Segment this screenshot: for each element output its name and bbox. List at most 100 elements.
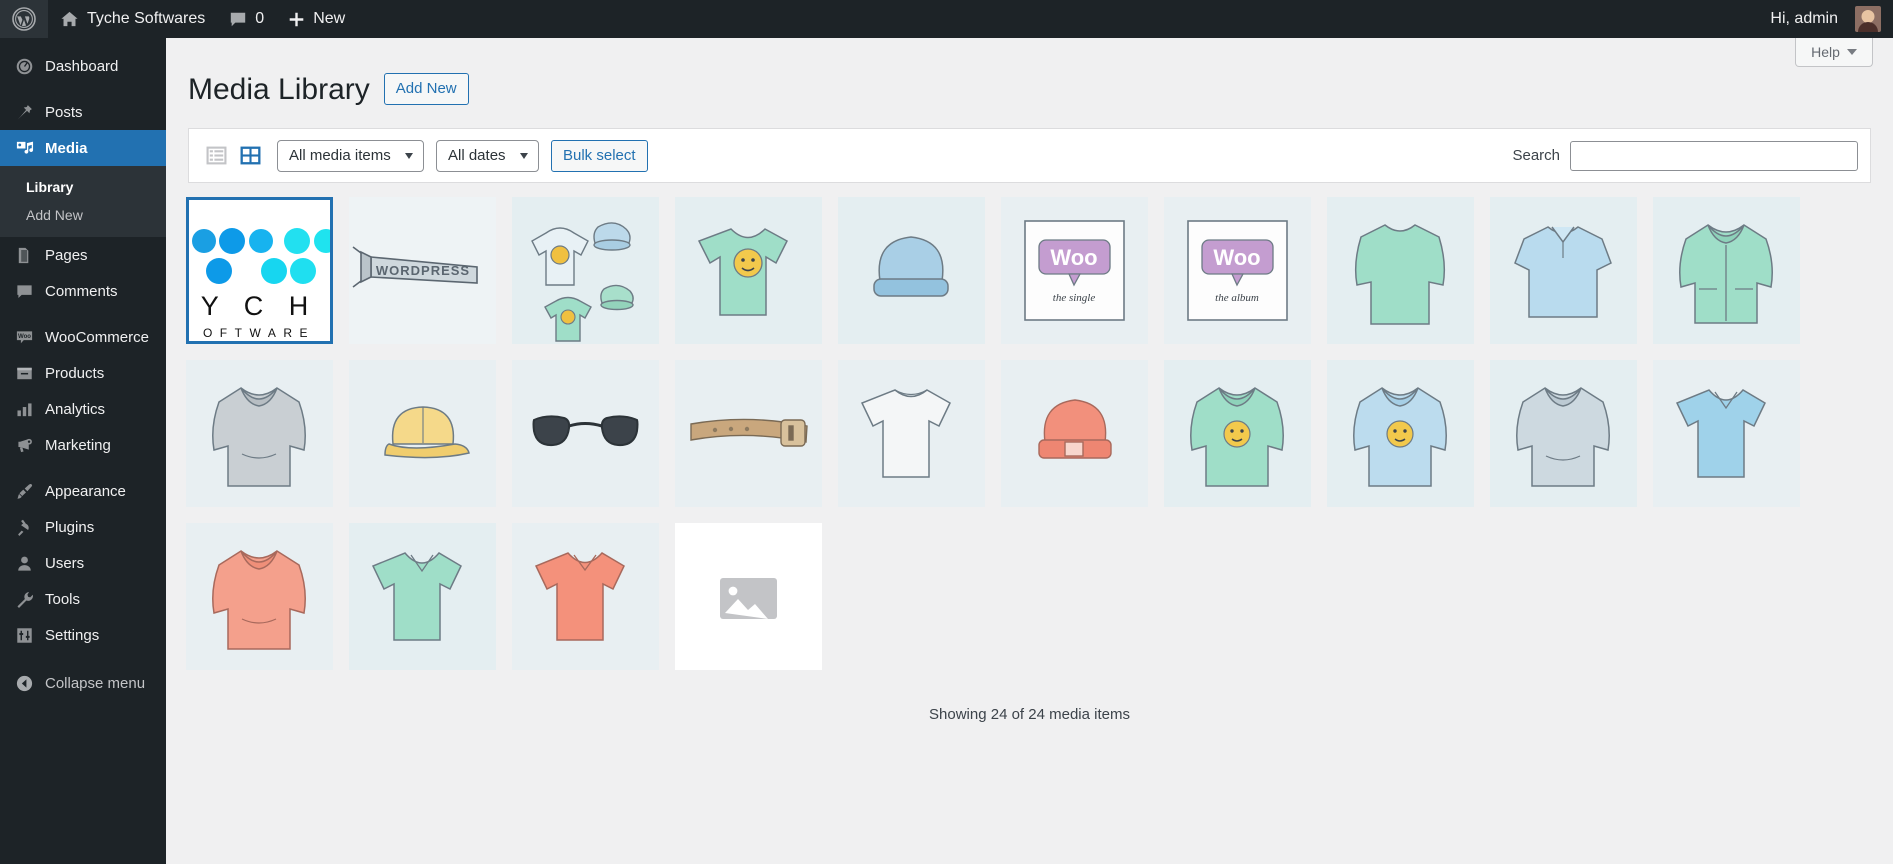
sidebar-item-posts[interactable]: Posts	[0, 94, 166, 130]
media-thumbnail	[838, 360, 985, 507]
media-item-white-tshirt[interactable]	[838, 360, 985, 507]
wp-logo-menu[interactable]	[0, 0, 48, 38]
media-item-green-hoodie-with-logo[interactable]	[1164, 360, 1311, 507]
media-thumbnail	[675, 523, 822, 670]
page-header: Media Library Add New	[166, 66, 1893, 112]
comments-count: 0	[255, 10, 265, 27]
sidebar-label: Comments	[45, 282, 118, 300]
media-item-blue-beanie-with-logo[interactable]	[838, 197, 985, 344]
help-button[interactable]: Help	[1795, 38, 1873, 67]
media-thumbnail	[1164, 360, 1311, 507]
sidebar-item-marketing[interactable]: Marketing	[0, 427, 166, 463]
dates-select[interactable]: All dates	[436, 139, 539, 172]
sidebar-item-users[interactable]: Users	[0, 545, 166, 581]
admin-sidebar-menu: Dashboard Posts Media Library Add New Pa…	[0, 38, 174, 864]
media-item-gray-hoodie[interactable]	[186, 360, 333, 507]
sidebar-item-products[interactable]: Products	[0, 355, 166, 391]
media-item-tyche-softwares-logo[interactable]: Y C H OFTWARE	[186, 197, 333, 344]
media-item-hoodie-and-beanies-group[interactable]	[512, 197, 659, 344]
media-thumbnail	[349, 360, 496, 507]
media-count-footer: Showing 24 of 24 media items	[929, 706, 1130, 723]
media-thumbnail	[675, 197, 822, 344]
sidebar-item-woocommerce[interactable]: Woo WooCommerce	[0, 319, 166, 355]
bulk-select-button[interactable]: Bulk select	[551, 139, 648, 172]
svg-text:Woo: Woo	[1050, 245, 1097, 270]
help-label: Help	[1811, 44, 1840, 60]
page-title: Media Library	[188, 72, 370, 106]
svg-text:Woo: Woo	[1213, 245, 1260, 270]
media-item-blue-gray-hoodie[interactable]	[1490, 360, 1637, 507]
media-thumbnail	[512, 360, 659, 507]
media-item-green-zip-hoodie[interactable]	[1653, 197, 1800, 344]
sidebar-label: Marketing	[45, 436, 111, 454]
media-item-blue-polo-shirt[interactable]	[1490, 197, 1637, 344]
pages-icon	[13, 245, 35, 265]
site-name-menu[interactable]: Tyche Softwares	[48, 0, 217, 38]
grid-view-icon[interactable]	[237, 143, 263, 169]
media-thumbnail	[186, 523, 333, 670]
media-thumbnail: Y C H OFTWARE	[186, 197, 333, 344]
new-content-menu[interactable]: New	[276, 0, 357, 38]
sidebar-item-media[interactable]: Media	[0, 130, 174, 166]
view-switch	[203, 143, 263, 169]
sidebar-label: Posts	[45, 103, 83, 121]
media-item-woo-album-cover-album[interactable]: Woo the album	[1164, 197, 1311, 344]
media-item-blue-vneck-tshirt[interactable]	[1653, 360, 1800, 507]
submenu-item-add-new[interactable]: Add New	[0, 201, 166, 229]
user-icon	[13, 553, 35, 573]
svg-text:the single: the single	[1053, 292, 1096, 304]
media-item-green-vneck-tshirt[interactable]	[349, 523, 496, 670]
media-item-placeholder-image[interactable]	[675, 523, 822, 670]
media-item-black-sunglasses[interactable]	[512, 360, 659, 507]
media-item-green-vneck-tshirt-with-logo[interactable]	[675, 197, 822, 344]
plus-icon	[288, 11, 305, 28]
sidebar-item-dashboard[interactable]: Dashboard	[0, 48, 166, 84]
sidebar-item-appearance[interactable]: Appearance	[0, 473, 166, 509]
my-account-menu[interactable]: Hi, admin	[1758, 0, 1893, 38]
chevron-down-icon	[1846, 49, 1857, 55]
media-thumbnail: Woo the single	[1001, 197, 1148, 344]
plug-icon	[13, 517, 35, 537]
add-new-button[interactable]: Add New	[383, 72, 469, 106]
media-thumbnail	[1327, 360, 1474, 507]
collapse-menu-button[interactable]: Collapse menu	[0, 665, 166, 701]
admin-bar: Tyche Softwares 0 New Hi, admin	[0, 0, 1893, 38]
media-item-red-tshirt[interactable]	[512, 523, 659, 670]
submenu-item-library[interactable]: Library	[0, 173, 166, 201]
menu-spacer-1	[0, 84, 166, 94]
search-group: Search	[1512, 140, 1858, 171]
svg-text:Y C H: Y C H	[201, 291, 318, 321]
media-type-select[interactable]: All media itemsImagesAudioVideoDocuments…	[277, 139, 424, 172]
media-item-green-long-sleeve-tee[interactable]	[1327, 197, 1474, 344]
media-item-blue-hoodie-with-logo[interactable]	[1327, 360, 1474, 507]
sidebar-item-analytics[interactable]: Analytics	[0, 391, 166, 427]
woo-icon: Woo	[13, 327, 35, 347]
search-input[interactable]	[1570, 140, 1858, 171]
media-thumbnail	[1653, 197, 1800, 344]
sidebar-item-plugins[interactable]: Plugins	[0, 509, 166, 545]
media-thumbnail	[1490, 197, 1637, 344]
menu-spacer-top	[0, 38, 166, 48]
sidebar-item-comments[interactable]: Comments	[0, 273, 166, 309]
menu-spacer-3	[0, 463, 166, 473]
sidebar-item-tools[interactable]: Tools	[0, 581, 166, 617]
media-thumbnail	[512, 523, 659, 670]
media-thumbnail: WORDPRESS	[349, 197, 496, 344]
dates-filter: All dates	[436, 139, 539, 172]
media-thumbnail	[1490, 360, 1637, 507]
comments-menu[interactable]: 0	[217, 0, 276, 38]
sidebar-item-pages[interactable]: Pages	[0, 237, 166, 273]
media-item-brown-leather-belt[interactable]	[675, 360, 822, 507]
dashboard-icon	[13, 56, 35, 76]
list-view-icon[interactable]	[203, 143, 229, 169]
media-item-yellow-cap[interactable]	[349, 360, 496, 507]
sidebar-label: Appearance	[45, 482, 126, 500]
sidebar-item-settings[interactable]: Settings	[0, 617, 166, 653]
media-item-woo-album-cover-single[interactable]: Woo the single	[1001, 197, 1148, 344]
media-item-red-hoodie[interactable]	[186, 523, 333, 670]
sidebar-label: Media	[45, 139, 88, 157]
media-item-wordpress-pennant[interactable]: WORDPRESS	[349, 197, 496, 344]
avatar	[1855, 6, 1881, 32]
media-thumbnail: Woo the album	[1164, 197, 1311, 344]
media-item-red-beanie[interactable]	[1001, 360, 1148, 507]
